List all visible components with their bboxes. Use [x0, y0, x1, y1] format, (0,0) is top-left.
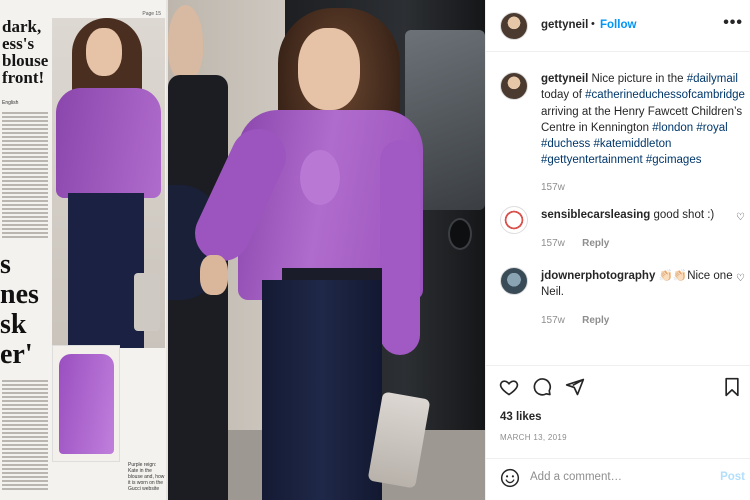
comment-like-heart-icon[interactable]: ♡ [736, 273, 745, 284]
heart-icon[interactable] [499, 377, 519, 397]
post-sidebar: gettyneil • Follow ••• gettyneil Nice pi… [485, 0, 750, 500]
comment-item: sensiblecarsleasing good shot :) 157w Re… [541, 207, 736, 252]
face [298, 28, 360, 110]
hashtag-link[interactable]: #duchess [541, 138, 590, 150]
inset-trousers [68, 193, 144, 348]
caption-username[interactable]: gettyneil [541, 73, 588, 85]
post-date: MARCH 13, 2019 [500, 433, 567, 442]
newspaper-big-headline: s nes sk er' [0, 249, 39, 370]
post-actions: 43 likes MARCH 13, 2019 Post [486, 365, 750, 495]
newspaper-blouse-photo [52, 345, 120, 462]
inset-face [86, 28, 122, 76]
comment-username[interactable]: sensiblecarsleasing [541, 209, 650, 221]
hashtag-link[interactable]: #gcimages [646, 154, 702, 166]
caption-text: today of [541, 89, 582, 102]
newspaper-byline: English [2, 100, 19, 106]
newspaper-headline: dark, ess's blouse front! [2, 17, 49, 87]
blouse-product [59, 354, 114, 454]
comment-username[interactable]: jdownerphotography [541, 270, 655, 282]
inset-blouse [56, 88, 161, 198]
header-username[interactable]: gettyneil [541, 19, 588, 31]
caption-text: Nice picture in the [591, 73, 684, 85]
share-icon[interactable] [565, 377, 585, 397]
bow-tie [300, 150, 340, 205]
likes-count[interactable]: 43 likes [500, 411, 542, 423]
newspaper-clipping: Page 15 dark, ess's blouse front! Englis… [0, 0, 168, 500]
hashtag-link[interactable]: #london [652, 122, 693, 134]
post-photo: Page 15 dark, ess's blouse front! Englis… [0, 0, 485, 500]
inset-bag [134, 273, 160, 331]
blouse-sleeve-right [380, 140, 420, 355]
header-separator: • [591, 18, 595, 30]
newspaper-text-column-lower [2, 380, 48, 492]
reply-button[interactable]: Reply [582, 315, 609, 326]
bodyguard-head [168, 5, 203, 80]
car-handle [448, 218, 472, 250]
newspaper-text-column [2, 112, 48, 240]
newspaper-inset-photo [52, 18, 165, 348]
comment-text: good shot :) [653, 209, 715, 221]
post-caption: gettyneil Nice picture in the #dailymail… [541, 71, 746, 196]
comment-like-heart-icon[interactable]: ♡ [736, 212, 745, 223]
bookmark-icon[interactable] [723, 377, 741, 397]
emoji-icon[interactable] [500, 468, 520, 488]
newspaper-page-number: Page 15 [142, 11, 161, 17]
commenter-avatar[interactable] [500, 267, 528, 295]
avatar[interactable] [500, 12, 528, 40]
post-header: gettyneil • Follow ••• [486, 0, 750, 52]
post-comment-button[interactable]: Post [720, 471, 745, 483]
comment-timestamp[interactable]: 157w [541, 315, 565, 326]
comment-icon[interactable] [532, 377, 552, 397]
newspaper-caption: Purple reign: Kate in the blouse and, ho… [128, 462, 165, 492]
caption-timestamp[interactable]: 157w [541, 182, 565, 193]
hashtag-link[interactable]: #catherineduchessofcambridge [585, 89, 745, 101]
caption-avatar[interactable] [500, 72, 528, 100]
comment-timestamp[interactable]: 157w [541, 238, 565, 249]
hashtag-link[interactable]: #royal [696, 122, 727, 134]
add-comment-bar: Post [486, 458, 750, 496]
comment-input[interactable] [530, 471, 690, 483]
comment-item: jdownerphotography 👏🏻👏🏻Nice one Neil. 15… [541, 268, 736, 329]
hashtag-link[interactable]: #katemiddleton [593, 138, 671, 150]
trousers [262, 280, 382, 500]
hashtag-link[interactable]: #gettyentertainment [541, 154, 643, 166]
more-options-icon[interactable]: ••• [723, 14, 743, 32]
commenter-avatar[interactable] [500, 206, 528, 234]
follow-button[interactable]: Follow [600, 19, 636, 31]
handshake [200, 255, 228, 295]
reply-button[interactable]: Reply [582, 238, 609, 249]
hashtag-link[interactable]: #dailymail [687, 73, 738, 85]
